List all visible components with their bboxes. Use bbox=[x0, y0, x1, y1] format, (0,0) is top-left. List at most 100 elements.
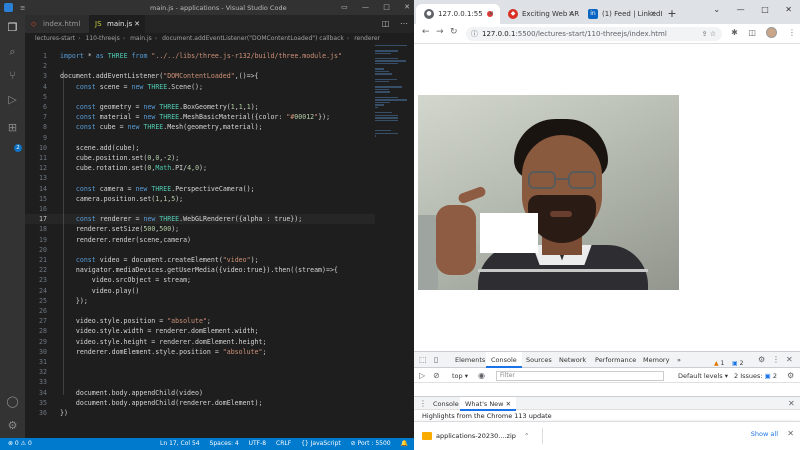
code-line[interactable]: 14 const camera = new THREE.PerspectiveC… bbox=[25, 184, 375, 194]
code-line[interactable]: 2 bbox=[25, 61, 375, 71]
code-line[interactable]: 3 document.addEventListener("DOMContentLo… bbox=[25, 71, 375, 81]
close-devtools-icon[interactable]: ✕ bbox=[786, 352, 793, 368]
code-line[interactable]: 12 cube.rotation.set(0,Math.PI/4,0); bbox=[25, 163, 375, 173]
download-options-icon[interactable]: ⌃ bbox=[524, 432, 529, 440]
language-mode[interactable]: {} JavaScript bbox=[301, 440, 341, 447]
console-settings-icon[interactable]: ⚙ bbox=[787, 369, 794, 383]
drawer-tab-whats-new[interactable]: What's New ✕ bbox=[460, 397, 517, 411]
code-line[interactable]: 5 bbox=[25, 92, 375, 102]
tab-memory[interactable]: Memory bbox=[638, 352, 674, 368]
breadcrumb-item[interactable]: renderer bbox=[354, 35, 380, 42]
minimize-icon[interactable]: — bbox=[737, 5, 745, 14]
minimap[interactable] bbox=[375, 45, 409, 137]
live-expression-icon[interactable]: ◉ bbox=[478, 369, 485, 383]
code-line[interactable]: 18 renderer.setSize(500,500); bbox=[25, 224, 375, 234]
account-icon[interactable]: ◯ bbox=[6, 395, 19, 408]
tab-index-html[interactable]: ◇ index.html bbox=[25, 15, 89, 33]
code-line[interactable]: 11 cube.position.set(0,0,-2); bbox=[25, 153, 375, 163]
close-tab-icon[interactable]: ✕ bbox=[650, 4, 656, 24]
indentation[interactable]: Spaces: 4 bbox=[210, 440, 239, 447]
code-editor[interactable]: 1 import * as THREE from "../../libs/thre… bbox=[25, 45, 375, 435]
code-line[interactable]: 10 scene.add(cube); bbox=[25, 143, 375, 153]
menu-icon[interactable]: ≡ bbox=[20, 4, 26, 12]
back-icon[interactable]: ← bbox=[422, 27, 430, 37]
forward-icon[interactable]: → bbox=[436, 27, 444, 37]
code-line[interactable]: 13 bbox=[25, 173, 375, 183]
notifications-icon[interactable]: 🔔 bbox=[401, 440, 408, 447]
encoding[interactable]: UTF-8 bbox=[249, 440, 267, 447]
code-line[interactable]: 23 video.srcObject = stream; bbox=[25, 275, 375, 285]
code-line[interactable]: 24 video.play() bbox=[25, 286, 375, 296]
code-line[interactable]: 1 import * as THREE from "../../libs/thre… bbox=[25, 51, 375, 61]
sidebar-toggle-icon[interactable]: ▷ bbox=[419, 369, 425, 383]
code-line[interactable]: 21 const video = document.createElement(… bbox=[25, 255, 375, 265]
breadcrumb-item[interactable]: 110-threejs bbox=[85, 35, 119, 42]
tab-sources[interactable]: Sources bbox=[521, 352, 557, 368]
code-line[interactable]: 4 const scene = new THREE.Scene(); bbox=[25, 82, 375, 92]
tab-network[interactable]: Network bbox=[554, 352, 591, 368]
breadcrumb-item[interactable]: lectures-start bbox=[35, 35, 75, 42]
close-tab-icon[interactable]: ✕ bbox=[488, 4, 494, 24]
code-line[interactable]: 8 const cube = new THREE.Mesh(geometry,m… bbox=[25, 122, 375, 132]
download-item[interactable]: applications-20230....zip ⌃ bbox=[422, 428, 542, 444]
code-line[interactable]: 15 camera.position.set(1,1,5); bbox=[25, 194, 375, 204]
inspect-element-icon[interactable]: ⬚ bbox=[419, 352, 427, 368]
context-selector[interactable]: top ▾ bbox=[452, 369, 468, 383]
close-icon[interactable]: ✕ bbox=[785, 5, 792, 14]
chrome-menu-icon[interactable]: ⋮ bbox=[788, 28, 796, 37]
code-line[interactable]: 30 renderer.domElement.style.position = … bbox=[25, 347, 375, 357]
live-server-port[interactable]: ⊘ Port : 5500 bbox=[351, 440, 391, 447]
code-line[interactable]: 31 bbox=[25, 357, 375, 367]
issues-count[interactable]: 2 Issues: ▣ 2 bbox=[734, 369, 777, 383]
breadcrumb-item[interactable]: main.js bbox=[130, 35, 152, 42]
code-line[interactable]: 28 video.style.width = renderer.domEleme… bbox=[25, 326, 375, 336]
code-line[interactable]: 16 bbox=[25, 204, 375, 214]
code-line[interactable]: 29 video.style.height = renderer.domElem… bbox=[25, 337, 375, 347]
tab-main-js[interactable]: JS main.js ✕ bbox=[89, 15, 145, 33]
close-drawer-icon[interactable]: ✕ bbox=[788, 397, 795, 411]
extensions-icon[interactable]: ⊞ bbox=[6, 121, 19, 134]
code-line[interactable]: 22 navigator.mediaDevices.getUserMedia({… bbox=[25, 265, 375, 275]
source-control-icon[interactable]: ⑂ bbox=[6, 69, 19, 82]
code-line[interactable]: 26 bbox=[25, 306, 375, 316]
device-toolbar-icon[interactable]: ▯ bbox=[434, 352, 438, 368]
code-line[interactable]: 36}) bbox=[25, 408, 375, 418]
bookmark-star-icon[interactable]: ☆ bbox=[710, 30, 716, 38]
tab-elements[interactable]: Elements bbox=[450, 352, 490, 368]
browser-tab-web-ar[interactable]: ◆ Exciting Web AR ✕ bbox=[500, 4, 580, 24]
extensions-icon[interactable]: ✱ bbox=[731, 28, 738, 37]
tab-console[interactable]: Console bbox=[486, 352, 522, 368]
drawer-menu-icon[interactable]: ⋮ bbox=[419, 397, 427, 411]
cursor-position[interactable]: Ln 17, Col 54 bbox=[160, 440, 200, 447]
code-line[interactable]: 6 const geometry = new THREE.BoxGeometry… bbox=[25, 102, 375, 112]
code-line[interactable]: 32 bbox=[25, 367, 375, 377]
browser-tab-linkedin[interactable]: in (1) Feed | LinkedIn ✕ bbox=[580, 4, 662, 24]
show-all-button[interactable]: Show all bbox=[751, 430, 778, 438]
close-icon[interactable]: ✕ bbox=[404, 3, 410, 11]
more-actions-icon[interactable]: ⋯ bbox=[400, 19, 408, 28]
close-download-bar-icon[interactable]: ✕ bbox=[787, 429, 794, 438]
minimize-icon[interactable]: — bbox=[362, 3, 369, 11]
code-line[interactable]: 34 document.body.appendChild(video) bbox=[25, 388, 375, 398]
code-line[interactable]: 7 const material = new THREE.MeshBasicMa… bbox=[25, 112, 375, 122]
address-bar[interactable]: ⓘ 127.0.0.1:5500/lectures-start/110-thre… bbox=[466, 27, 722, 41]
breadcrumb-item[interactable]: document.addEventListener("DOMContentLoa… bbox=[162, 35, 344, 42]
code-line[interactable]: 20 bbox=[25, 245, 375, 255]
clear-console-icon[interactable]: ⊘ bbox=[433, 369, 440, 383]
close-tab-icon[interactable]: ✕ bbox=[568, 4, 574, 24]
split-editor-icon[interactable]: ◫ bbox=[382, 19, 390, 28]
run-debug-icon[interactable]: ▷ bbox=[6, 93, 19, 106]
share-icon[interactable]: ⇪ bbox=[702, 30, 708, 38]
devtools-settings-icon[interactable]: ⚙ bbox=[758, 352, 765, 368]
search-icon[interactable]: ⌕ bbox=[6, 45, 19, 58]
console-filter-input[interactable]: Filter bbox=[496, 371, 664, 381]
side-panel-icon[interactable]: ◫ bbox=[748, 28, 756, 37]
tab-search-icon[interactable]: ⌄ bbox=[713, 5, 720, 14]
more-tabs-icon[interactable]: » bbox=[672, 352, 686, 368]
tab-performance[interactable]: Performance bbox=[590, 352, 641, 368]
line-ending[interactable]: CRLF bbox=[276, 440, 291, 447]
close-tab-icon[interactable]: ✕ bbox=[134, 15, 140, 33]
problems-status[interactable]: ⊗ 0 ⚠ 0 bbox=[8, 438, 32, 450]
code-line[interactable]: 17 const renderer = new THREE.WebGLRende… bbox=[25, 214, 375, 225]
new-tab-button[interactable]: + bbox=[662, 4, 682, 24]
